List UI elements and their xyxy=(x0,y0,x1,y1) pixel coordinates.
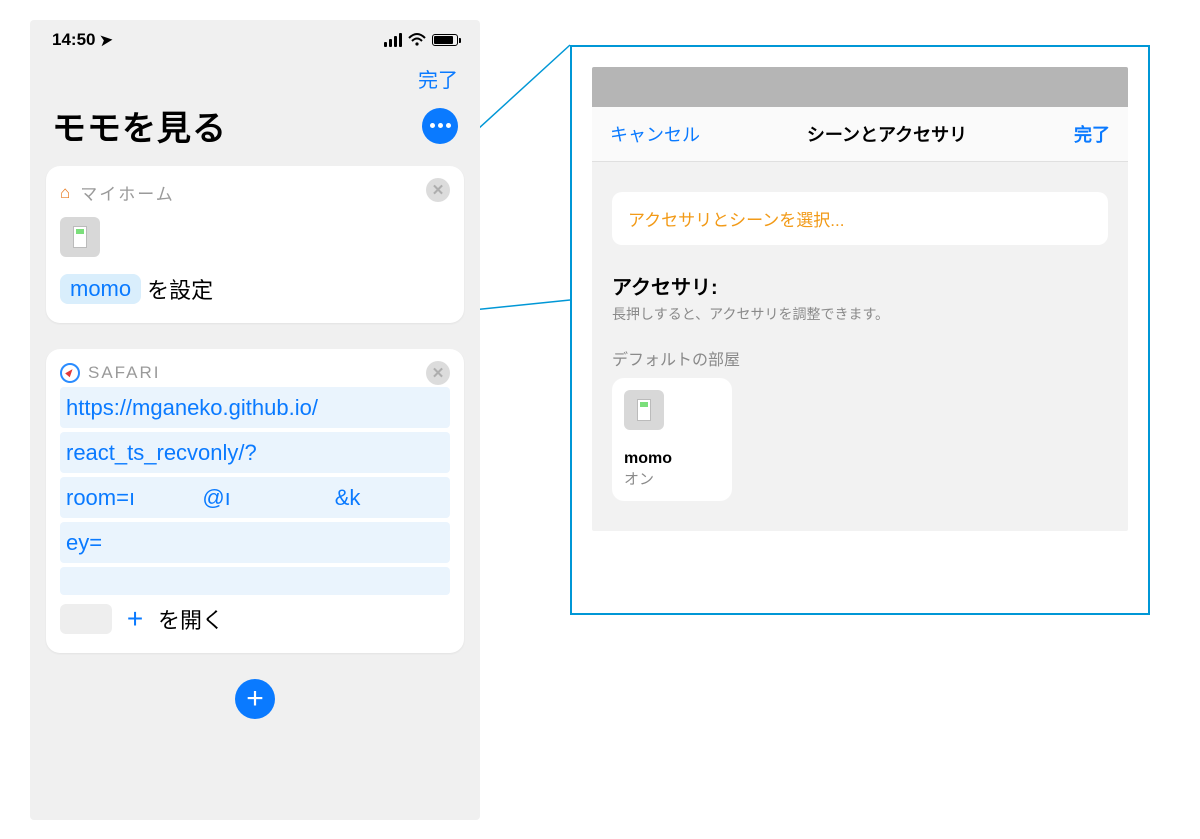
url-line[interactable]: https://mganeko.github.io/ xyxy=(60,387,450,428)
location-icon: ➤ xyxy=(99,30,113,49)
accessories-section-sub: 長押しすると、アクセサリを調整できます。 xyxy=(612,304,1108,324)
accessory-tile-icon xyxy=(624,390,664,430)
open-target-box[interactable] xyxy=(60,604,112,634)
open-row[interactable]: + を開く xyxy=(60,603,450,635)
modal-header: キャンセル シーンとアクセサリ 完了 xyxy=(592,107,1128,162)
home-icon: ⌂ xyxy=(60,183,72,203)
action-row[interactable]: momo を設定 xyxy=(60,273,450,305)
accessories-section-title: アクセサリ: xyxy=(612,271,1108,300)
battery-icon xyxy=(432,34,458,46)
plus-icon[interactable]: + xyxy=(122,606,148,632)
modal-title: シーンとアクセサリ xyxy=(807,121,967,147)
url-block[interactable]: https://mganeko.github.io/ react_ts_recv… xyxy=(60,383,450,595)
url-line[interactable]: ey= xyxy=(60,522,450,563)
room-label: デフォルトの部屋 xyxy=(612,346,1108,370)
status-bar: 14:50 ➤ xyxy=(30,20,480,54)
accessory-icon xyxy=(60,217,100,257)
action-card-home[interactable]: ⌂ マイホーム ✕ momo を設定 xyxy=(46,166,464,323)
card-close-button[interactable]: ✕ xyxy=(426,361,450,385)
action-card-safari[interactable]: SAFARI ✕ https://mganeko.github.io/ reac… xyxy=(46,349,464,653)
action-tail: を設定 xyxy=(147,273,213,305)
status-time: 14:50 ➤ xyxy=(52,30,113,50)
card-header-label: SAFARI xyxy=(88,363,160,383)
accessory-state: オン xyxy=(624,468,720,489)
done-button[interactable]: 完了 xyxy=(30,54,480,101)
url-line-empty[interactable] xyxy=(60,567,450,595)
card-header-label: マイホーム xyxy=(80,180,175,205)
modal-backdrop xyxy=(592,67,1128,107)
open-tail: を開く xyxy=(158,603,224,635)
cancel-button[interactable]: キャンセル xyxy=(610,121,700,147)
phone-shortcut-editor: 14:50 ➤ 完了 モモを見る ⌂ マイホーム ✕ momo を設定 SAFA… xyxy=(30,20,480,820)
status-right xyxy=(384,33,458,47)
url-line[interactable]: react_ts_recvonly/? xyxy=(60,432,450,473)
modal-sheet: キャンセル シーンとアクセサリ 完了 アクセサリとシーンを選択... アクセサリ… xyxy=(592,107,1128,531)
card-close-button[interactable]: ✕ xyxy=(426,178,450,202)
card-header-safari: SAFARI xyxy=(60,363,450,383)
select-scenes-row[interactable]: アクセサリとシーンを選択... xyxy=(612,192,1108,245)
wifi-icon xyxy=(408,33,426,47)
accessory-picker-popout: キャンセル シーンとアクセサリ 完了 アクセサリとシーンを選択... アクセサリ… xyxy=(570,45,1150,615)
modal-done-button[interactable]: 完了 xyxy=(1074,121,1110,147)
url-line[interactable]: room=ı @ı &k xyxy=(60,477,450,518)
accessory-tile[interactable]: momo オン xyxy=(612,378,732,501)
accessory-token[interactable]: momo xyxy=(60,274,141,304)
accessory-name: momo xyxy=(624,450,720,468)
signal-icon xyxy=(384,33,402,47)
more-button[interactable] xyxy=(422,108,458,144)
add-action-button[interactable]: + xyxy=(235,679,275,719)
safari-icon xyxy=(60,363,80,383)
card-header-home: ⌂ マイホーム xyxy=(60,180,450,205)
shortcut-title: モモを見る xyxy=(52,101,227,150)
